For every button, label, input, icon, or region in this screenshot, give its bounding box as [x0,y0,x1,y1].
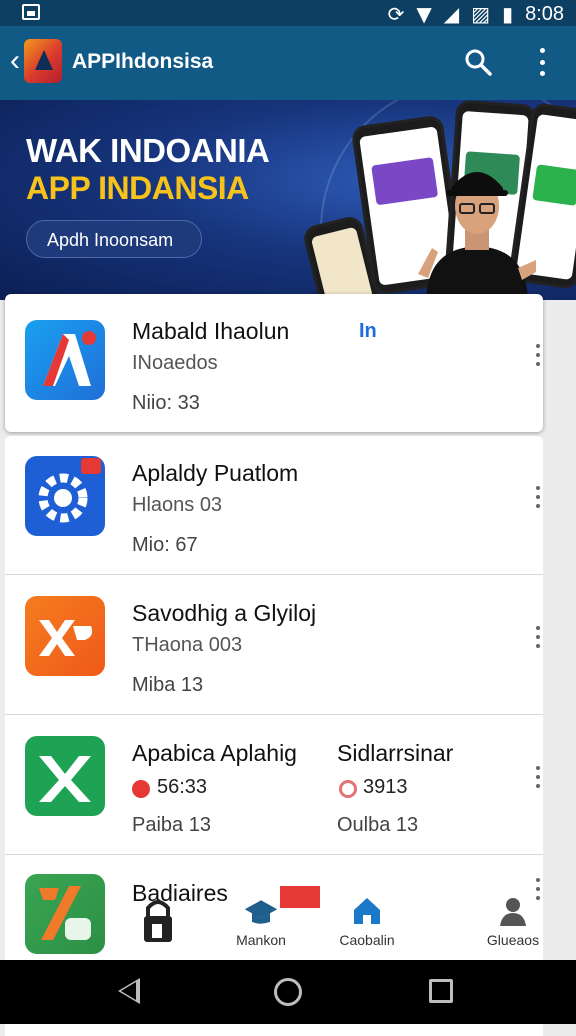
lock-user-icon [144,900,172,942]
square-recents-icon[interactable] [429,979,453,1003]
item-more-icon[interactable] [534,626,542,648]
app-meta: Mio: 67 [132,534,198,556]
list-item[interactable]: Savodhig a Glyiloj THaona 003 Miba 13 [5,576,543,714]
tab-label: Mankon [236,932,286,948]
divider [5,854,543,855]
system-nav-bar [0,960,576,1024]
app-title: APPIhdonsisa [72,50,214,73]
app-bar: ‹ APPIhdonsisa [0,26,576,100]
gallery-notification-icon [22,4,40,20]
tab-caobalin[interactable]: Caobalin [332,880,402,960]
app-subtitle: INoaedos [132,352,218,374]
tab-account[interactable] [124,880,194,960]
sync-icon: ⟳ [387,2,405,26]
item-more-icon[interactable] [534,766,542,788]
rating-icon [132,780,150,798]
app-title: Aplaldy Puatlom [132,460,299,486]
app-title: Apabica Aplahig [132,740,297,766]
app-subtitle: 56:33 [157,776,208,798]
app-subtitle: Hlaons 03 [132,494,223,516]
tab-mankon[interactable]: Mankon [226,880,320,960]
triangle-back-icon[interactable] [118,978,140,1004]
app-title: Mabald Ihaolun [132,318,290,344]
back-arrow-icon[interactable]: ‹ [10,46,20,76]
app-meta-secondary: Oulba 13 [337,814,419,836]
item-more-icon[interactable] [534,486,542,508]
gear-app-icon [25,456,105,536]
banner-subtitle: APP INDANSIA [26,170,249,206]
rating-icon [339,780,357,798]
graduation-cap-icon [244,900,278,924]
banner-button[interactable]: Apdh Inoonsam [26,220,202,258]
status-icons: ⟳ ▼ ◢ ▨ ▮ 8:08 [388,2,564,26]
more-vert-icon[interactable] [532,48,552,76]
list-item[interactable]: Mabald Ihaolun In INoaedos Niio: 33 [5,294,543,432]
status-time: 8:08 [525,2,564,25]
signal-icon: ◢ [443,2,460,26]
app-a-icon [25,320,105,400]
app-subtitle-secondary: 3913 [363,776,408,798]
person-icon [500,898,526,926]
xp-app-icon [25,596,105,676]
search-icon[interactable] [464,48,492,76]
x-app-icon [25,736,105,816]
presenter-image [418,172,536,300]
tab-label: Glueaos [486,932,540,948]
circle-home-icon[interactable] [274,978,302,1006]
app-meta: Paiba 13 [132,814,211,836]
promo-banner[interactable]: WAK INDOANIA APP INDANSIA Apdh Inoonsam [0,100,576,300]
wifi-icon: ▼ [416,2,432,26]
battery-icon: ▮ [502,2,514,26]
status-bar: ⟳ ▼ ◢ ▨ ▮ 8:08 [0,0,576,26]
tab-glueaos[interactable]: Glueaos [478,880,548,960]
app-logo [24,39,62,83]
list-item[interactable]: Apabica Aplahig 56:33 Paiba 13 Sidlarrsi… [5,716,543,854]
app-subtitle: THaona 003 [132,634,243,656]
red-flag-icon [280,886,320,908]
app-badge: In [359,320,377,342]
app-meta: Miba 13 [132,674,204,696]
divider [5,714,543,715]
app-title: Savodhig a Glyiloj [132,600,317,626]
bottom-tab-bar: Mankon Caobalin Glueaos [0,880,576,960]
app-title-secondary: Sidlarrsinar [337,740,454,766]
no-sim-icon: ▨ [471,2,491,26]
app-meta: Niio: 33 [132,392,200,414]
home-icon [354,898,380,924]
item-more-icon[interactable] [534,344,542,366]
tab-label: Caobalin [339,932,395,948]
list-item[interactable]: Aplaldy Puatlom Hlaons 03 Mio: 67 [5,436,543,574]
banner-title: WAK INDOANIA [26,132,270,169]
divider [5,574,543,575]
